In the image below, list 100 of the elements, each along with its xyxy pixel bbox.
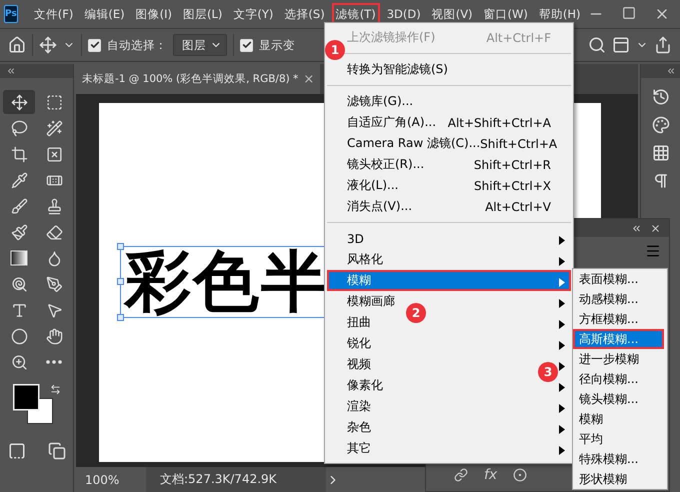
menu-item[interactable]: 径向模糊... <box>579 370 638 388</box>
menu-item[interactable]: 滤镜库(G)... <box>347 93 414 110</box>
menu-item[interactable]: 像素化 <box>347 377 383 394</box>
color-swatches-drawing[interactable] <box>12 384 52 424</box>
checkbox-label: 显示变 <box>259 38 295 52</box>
move-icon[interactable] <box>39 36 57 54</box>
screen-mode-icon[interactable] <box>48 442 66 460</box>
collapse-icon[interactable] <box>6 66 16 76</box>
history-icon[interactable] <box>652 88 670 106</box>
more-icon <box>46 360 62 364</box>
shortcut-text: Alt+Ctrl+V <box>485 200 551 214</box>
maximize-icon[interactable] <box>622 6 636 20</box>
menu-item[interactable]: 扭曲 <box>347 314 371 331</box>
share-icon[interactable] <box>654 36 672 54</box>
grid-icon[interactable] <box>652 144 670 162</box>
shortcut-text: Shift+Ctrl+R <box>474 158 551 172</box>
menu-item[interactable]: 模糊 <box>579 410 603 428</box>
menu-item[interactable]: 自适应广角(A)... <box>347 114 436 131</box>
menu-item[interactable]: 文件(F) <box>30 2 78 26</box>
zoom-icon <box>10 354 28 370</box>
menu-item[interactable]: 进一步模糊 <box>579 350 639 368</box>
menu-item[interactable]: 形状模糊 <box>579 470 627 488</box>
menu-item[interactable]: 高斯模糊... <box>573 329 664 349</box>
menu-item[interactable]: 3D <box>347 232 364 246</box>
submenu-arrow-icon <box>559 425 565 434</box>
menu-item[interactable]: 镜头校正(R)... <box>347 156 424 173</box>
quick-select-icon <box>46 120 62 136</box>
menu-item[interactable]: 文字(Y) <box>229 2 278 26</box>
palette-icon[interactable] <box>652 116 670 134</box>
shortcut-text: Alt+Ctrl+F <box>486 30 551 44</box>
zoom-level: 100% <box>84 472 120 486</box>
menu-item[interactable]: 模糊 <box>327 270 571 291</box>
path-select-icon <box>46 302 62 318</box>
menu-item[interactable]: 视频 <box>347 356 371 373</box>
menu-item[interactable]: 风格化 <box>347 251 383 268</box>
shortcut-text: Shift+Ctrl+X <box>474 178 551 192</box>
mask-icon[interactable] <box>513 468 528 482</box>
menu-item[interactable]: 选择(S) <box>280 2 329 26</box>
menu-item[interactable]: 编辑(E) <box>80 2 129 26</box>
checkbox[interactable] <box>240 38 253 52</box>
fx-button[interactable]: fx <box>484 467 498 483</box>
submenu-arrow-icon <box>559 362 565 371</box>
menu-item[interactable]: Camera Raw 滤镜(C)... <box>347 135 480 152</box>
swap-icon[interactable] <box>50 384 60 395</box>
submenu-arrow-icon <box>559 341 565 350</box>
submenu-arrow-icon <box>559 299 565 308</box>
move-icon <box>10 94 28 110</box>
history-brush-icon <box>10 224 28 240</box>
eyedropper-icon <box>10 172 28 188</box>
menu-item[interactable]: 帮助(H) <box>534 2 585 26</box>
menu-item[interactable]: 动感模糊... <box>579 290 638 308</box>
submenu-arrow-icon <box>559 404 565 413</box>
submenu-arrow-icon <box>559 278 565 287</box>
home-icon[interactable] <box>8 36 26 54</box>
submenu-arrow-icon <box>559 257 565 266</box>
menu-item[interactable]: 表面模糊... <box>579 270 638 288</box>
submenu-arrow-icon <box>559 320 565 329</box>
submenu-arrow-icon <box>559 236 565 245</box>
crop-icon <box>10 146 28 162</box>
menu-item[interactable]: 其它 <box>347 440 371 457</box>
tab-close[interactable]: × <box>303 72 314 86</box>
menu-item[interactable]: 杂色 <box>347 419 371 436</box>
menu-item[interactable]: 特殊模糊... <box>579 450 638 468</box>
menu-item[interactable]: 模糊画廊 <box>347 293 395 310</box>
stamp-icon <box>46 198 62 214</box>
menu-item[interactable]: 液化(L)... <box>347 177 398 194</box>
menu-item[interactable]: 消失点(V)... <box>347 198 412 215</box>
workspace-icon[interactable] <box>612 36 630 54</box>
menu-item[interactable]: 渲染 <box>347 398 371 415</box>
resize-handle[interactable] <box>117 278 124 285</box>
search-icon[interactable] <box>588 36 606 54</box>
close-icon[interactable] <box>650 222 661 234</box>
shortcut-text: Alt+Shift+Ctrl+A <box>448 116 551 130</box>
menu-item[interactable]: 锐化 <box>347 335 371 352</box>
pen-icon <box>46 276 62 292</box>
menu-item[interactable]: 转换为智能滤镜(S) <box>347 61 448 78</box>
resize-handle[interactable] <box>117 314 124 321</box>
eraser-icon <box>46 224 62 240</box>
menu-item[interactable]: 方框模糊... <box>579 310 638 328</box>
collapse-icon[interactable] <box>666 66 676 76</box>
collapse-icon[interactable] <box>631 222 642 234</box>
checkbox-label: 自动选择： <box>107 38 167 52</box>
layer-dropdown[interactable]: 图层 <box>173 34 227 56</box>
resize-handle[interactable] <box>117 243 124 250</box>
ellipse-icon <box>10 328 28 344</box>
link-icon[interactable] <box>454 468 468 482</box>
menu-item[interactable]: 3D(D) <box>382 3 425 25</box>
checkbox[interactable] <box>88 38 101 52</box>
menu-item[interactable]: 窗口(W) <box>480 2 532 26</box>
menu-item[interactable]: 图像(I) <box>132 2 176 26</box>
menu-item[interactable]: 视图(V) <box>428 2 477 26</box>
gradient-icon <box>10 250 28 266</box>
submenu-arrow-icon <box>559 446 565 455</box>
tool-button[interactable] <box>3 90 35 114</box>
menu-icon[interactable] <box>645 243 661 259</box>
menu-item[interactable]: 平均 <box>579 430 603 448</box>
menu-item[interactable]: 镜头模糊... <box>579 390 638 408</box>
document-tab[interactable]: 未标题-1 @ 100% (彩色半调效果, RGB/8) * × <box>76 64 320 94</box>
quick-mask-icon[interactable] <box>8 442 26 460</box>
menu-item[interactable]: 图层(L) <box>179 2 226 26</box>
